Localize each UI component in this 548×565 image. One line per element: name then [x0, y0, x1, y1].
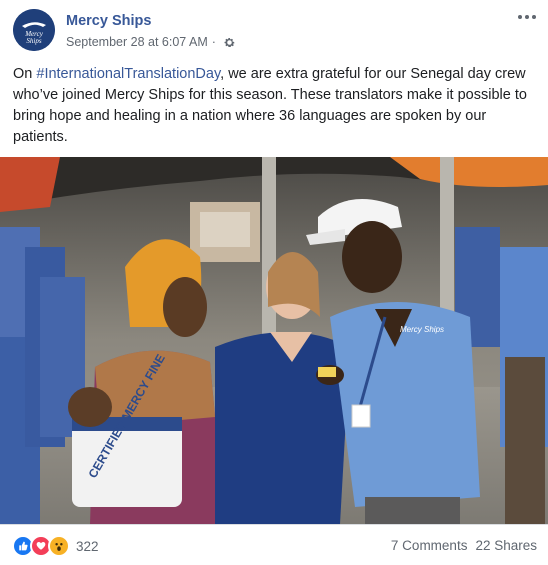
post-meta: September 28 at 6:07 AM · [66, 35, 236, 49]
svg-text:Ships: Ships [26, 37, 41, 45]
post-header: Mercy Ships Mercy Ships September 28 at … [0, 0, 548, 60]
reaction-count[interactable]: 322 [76, 539, 99, 554]
facebook-post: Mercy Ships Mercy Ships September 28 at … [0, 0, 548, 564]
mercy-ships-logo: Mercy Ships [13, 9, 55, 51]
reactions-summary[interactable]: 322 [12, 535, 99, 557]
hashtag-link[interactable]: #InternationalTranslationDay [36, 66, 220, 82]
post-timestamp[interactable]: September 28 at 6:07 AM [66, 35, 208, 49]
post-stats: 7 Comments 22 Shares [391, 538, 537, 553]
translator-face [342, 221, 402, 293]
nurse-scrubs [215, 332, 350, 524]
comments-link[interactable]: 7 Comments [391, 538, 468, 553]
page-avatar[interactable]: Mercy Ships [13, 9, 55, 51]
separator-dot: · [211, 35, 216, 49]
id-badge [351, 404, 371, 428]
text-prefix: On [13, 66, 37, 82]
post-photo[interactable]: CERTIFIED MERCY FINE Mercy Ships [0, 157, 548, 524]
post-text: On #InternationalTranslationDay, we are … [13, 64, 537, 148]
more-options-icon[interactable] [518, 12, 538, 22]
post-footer: 322 7 Comments 22 Shares [0, 524, 548, 565]
tent-pole [262, 157, 276, 357]
wow-icon [48, 535, 70, 557]
shirt-logo: Mercy Ships [400, 325, 444, 334]
baby-head [68, 387, 112, 427]
page-name-link[interactable]: Mercy Ships [66, 13, 151, 29]
photo-illustration: CERTIFIED MERCY FINE Mercy Ships [0, 157, 548, 524]
shares-link[interactable]: 22 Shares [475, 538, 537, 553]
gear-icon[interactable] [223, 36, 236, 49]
